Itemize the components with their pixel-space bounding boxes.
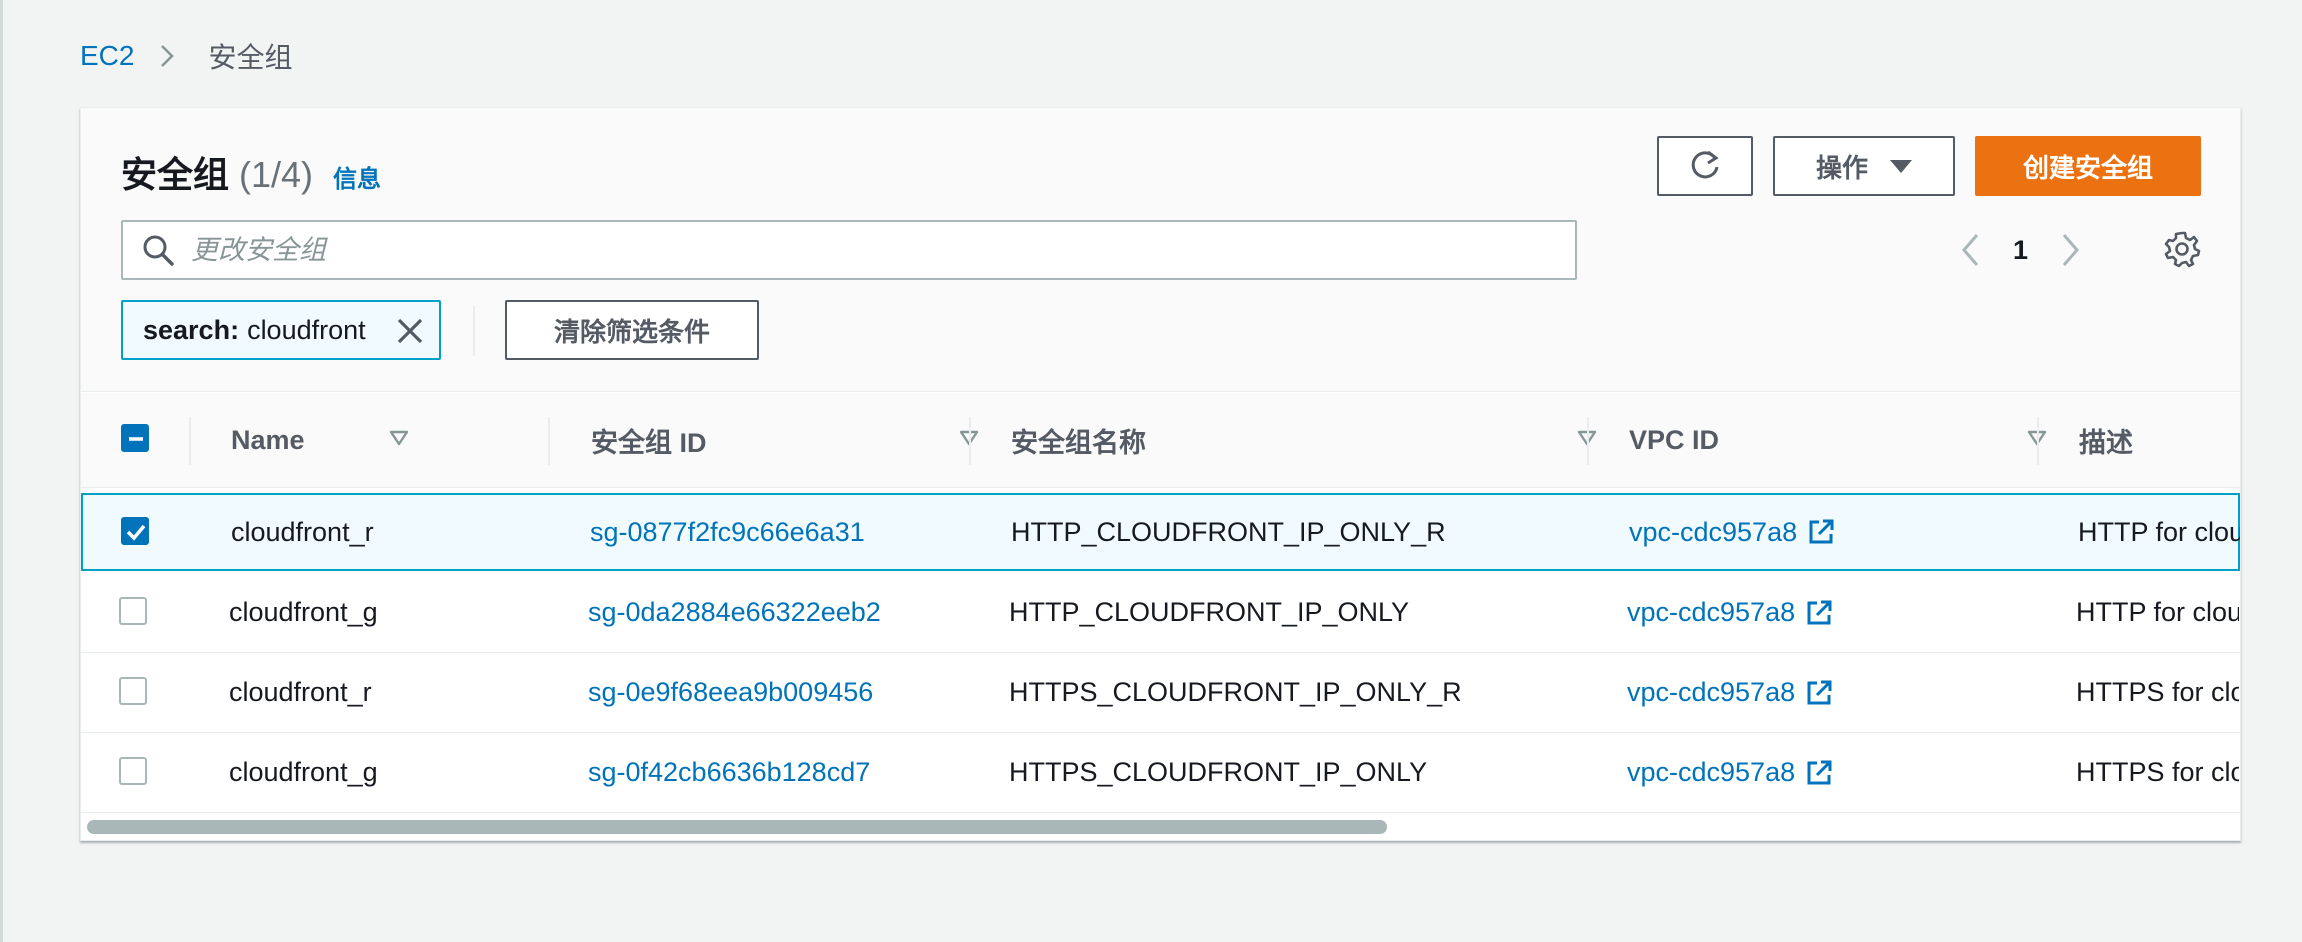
close-icon[interactable] — [395, 316, 425, 346]
create-label: 创建安全组 — [2022, 152, 2153, 183]
table-row[interactable]: cloudfront_r sg-0877f2fc9c66e6a31 HTTP_C… — [81, 493, 2240, 571]
row-checkbox[interactable] — [119, 597, 147, 625]
column-separator — [2037, 417, 2039, 465]
search-field[interactable] — [121, 220, 1577, 280]
cell-desc: HTTPS for clo — [2076, 677, 2239, 707]
cell-name: cloudfront_r — [231, 516, 374, 547]
cell-sg-id[interactable]: sg-0f42cb6636b128cd7 — [588, 733, 870, 812]
selection-count: (1/4) — [239, 154, 314, 195]
chevron-right-icon[interactable] — [2058, 226, 2084, 274]
breadcrumb: EC2 安全组 — [80, 36, 292, 76]
column-header-vpc-id[interactable]: VPC ID — [1629, 393, 2079, 488]
cell-vpc-id[interactable]: vpc-cdc957a8 — [1627, 733, 1833, 812]
cell-sg-name: HTTPS_CLOUDFRONT_IP_ONLY — [1009, 757, 1428, 787]
breadcrumb-current: 安全组 — [208, 42, 293, 73]
external-link-icon[interactable] — [1807, 518, 1835, 546]
column-header-sg-name[interactable]: 安全组名称 — [1011, 393, 1629, 488]
row-checkbox[interactable] — [119, 757, 147, 785]
cell-vpc-id-text: vpc-cdc957a8 — [1627, 597, 1796, 627]
filter-token-value: cloudfront — [247, 314, 366, 345]
chevron-left-icon[interactable] — [1957, 226, 1983, 274]
filter-divider — [473, 306, 475, 356]
create-security-group-button[interactable]: 创建安全组 — [1975, 136, 2201, 196]
row-checkbox[interactable] — [119, 677, 147, 705]
cell-sg-name: HTTP_CLOUDFRONT_IP_ONLY — [1009, 597, 1410, 627]
cell-sg-id[interactable]: sg-0877f2fc9c66e6a31 — [590, 495, 865, 569]
cell-name: cloudfront_g — [229, 757, 378, 787]
cell-sg-name: HTTP_CLOUDFRONT_IP_ONLY_R — [1011, 516, 1446, 547]
table-row[interactable]: cloudfront_g sg-0da2884e66322eeb2 HTTP_C… — [81, 573, 2240, 653]
cell-desc: HTTP for clou — [2078, 516, 2241, 547]
column-header-desc-label: 描述 — [2079, 428, 2133, 458]
column-separator — [969, 417, 971, 465]
cell-vpc-id-text: vpc-cdc957a8 — [1627, 757, 1796, 787]
gear-icon[interactable] — [2163, 230, 2201, 268]
table-header: Name 安全组 ID 安全组名称 VPC ID 描述 — [81, 393, 2240, 488]
clear-filters-button[interactable]: 清除筛选条件 — [505, 300, 759, 360]
column-separator — [1587, 417, 1589, 465]
external-link-icon[interactable] — [1805, 679, 1833, 707]
select-all-checkbox[interactable] — [121, 424, 149, 452]
caret-down-icon — [1890, 159, 1912, 173]
column-header-desc[interactable]: 描述 — [2079, 393, 2239, 488]
column-header-name-label: Name — [231, 425, 305, 455]
cell-vpc-id-text: vpc-cdc957a8 — [1629, 516, 1798, 547]
page-number[interactable]: 1 — [2013, 235, 2028, 266]
sort-down-icon — [389, 430, 409, 446]
panel-header: 安全组 (1/4) 信息 操作 创建安全组 更改安全组 1 search: cl… — [81, 108, 2240, 392]
column-separator — [189, 417, 191, 465]
column-header-sg-name-label: 安全组名称 — [1011, 428, 1146, 458]
clear-filters-label: 清除筛选条件 — [553, 316, 710, 347]
refresh-icon — [1691, 150, 1719, 179]
column-separator — [548, 417, 550, 465]
chevron-right-icon — [160, 44, 180, 68]
cell-sg-id[interactable]: sg-0e9f68eea9b009456 — [588, 653, 873, 732]
filter-token: search: cloudfront — [121, 300, 441, 360]
actions-dropdown-button[interactable]: 操作 — [1773, 136, 1955, 196]
search-icon — [143, 235, 174, 266]
breadcrumb-ec2-link[interactable]: EC2 — [80, 40, 134, 72]
cell-desc: HTTP for clou — [2076, 597, 2239, 627]
column-header-vpc-id-label: VPC ID — [1629, 425, 1720, 455]
cell-vpc-id[interactable]: vpc-cdc957a8 — [1627, 653, 1833, 732]
external-link-icon[interactable] — [1805, 759, 1833, 787]
cell-name: cloudfront_g — [229, 597, 378, 627]
cell-vpc-id[interactable]: vpc-cdc957a8 — [1629, 495, 1835, 569]
refresh-button[interactable] — [1657, 136, 1753, 196]
external-link-icon[interactable] — [1805, 599, 1833, 627]
row-checkbox[interactable] — [121, 517, 149, 545]
filter-token-key: search: — [143, 314, 240, 345]
cell-vpc-id-text: vpc-cdc957a8 — [1627, 677, 1796, 707]
column-header-name[interactable]: Name — [231, 393, 441, 488]
cell-vpc-id[interactable]: vpc-cdc957a8 — [1627, 573, 1833, 652]
cell-sg-name: HTTPS_CLOUDFRONT_IP_ONLY_R — [1009, 677, 1462, 707]
actions-label: 操作 — [1815, 152, 1868, 183]
info-link[interactable]: 信息 — [333, 159, 381, 194]
horizontal-scrollbar[interactable] — [87, 820, 1387, 834]
cell-desc: HTTPS for clo — [2076, 757, 2239, 787]
cell-name: cloudfront_r — [229, 677, 372, 707]
page-title: 安全组 (1/4) 信息 — [121, 146, 381, 198]
table-row[interactable]: cloudfront_g sg-0f42cb6636b128cd7 HTTPS_… — [81, 733, 2240, 813]
left-edge-border — [0, 0, 3, 942]
search-input[interactable] — [191, 234, 1551, 266]
security-groups-panel: 安全组 (1/4) 信息 操作 创建安全组 更改安全组 1 search: cl… — [80, 107, 2241, 841]
page-title-text: 安全组 — [121, 154, 230, 195]
pagination: 1 — [1957, 226, 2084, 274]
column-header-sg-id-label: 安全组 ID — [591, 428, 707, 458]
column-header-sg-id[interactable]: 安全组 ID — [591, 393, 1011, 488]
table-row[interactable]: cloudfront_r sg-0e9f68eea9b009456 HTTPS_… — [81, 653, 2240, 733]
cell-sg-id[interactable]: sg-0da2884e66322eeb2 — [588, 573, 881, 652]
